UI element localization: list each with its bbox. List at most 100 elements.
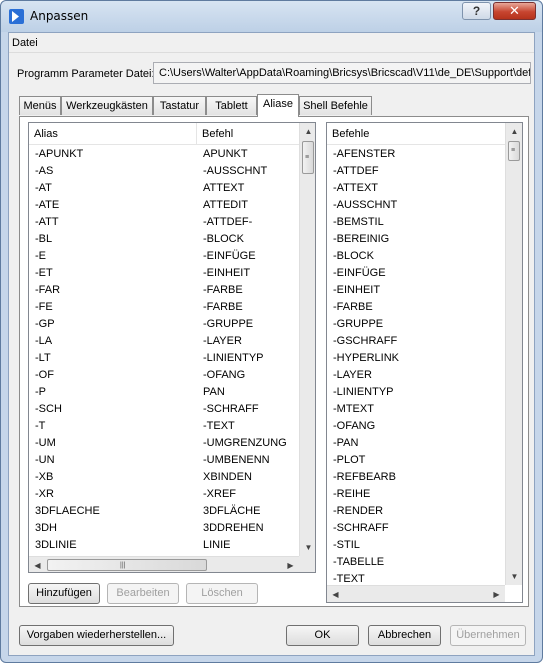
help-button[interactable]: ? <box>462 2 491 20</box>
list-item[interactable]: -MTEXT <box>327 401 505 418</box>
table-row[interactable]: -ATT -ATTDEF- <box>29 214 299 231</box>
scroll-right-arrow-icon[interactable]: ▶ <box>282 557 299 572</box>
tab-shell-commands[interactable]: Shell Befehle <box>299 96 372 115</box>
table-row[interactable]: -FE -FARBE <box>29 299 299 316</box>
list-item[interactable]: -PLOT <box>327 452 505 469</box>
alias-cell: -UN <box>35 454 55 466</box>
alias-cell: 3DLINIE <box>35 539 77 551</box>
restore-defaults-button[interactable]: Vorgaben wiederherstellen... <box>19 625 174 646</box>
alias-cell: 3DFLAECHE <box>35 505 100 517</box>
alias-list-vertical-scrollbar[interactable]: ▲ ≡ ▼ <box>299 123 315 556</box>
param-file-path-field[interactable]: C:\Users\Walter\AppData\Roaming\Bricsys\… <box>153 62 531 84</box>
table-row[interactable]: -SCH -SCHRAFF <box>29 401 299 418</box>
table-row[interactable]: -UN -UMBENENN <box>29 452 299 469</box>
scroll-thumb[interactable]: ≡ <box>302 141 314 174</box>
alias-cell: -XR <box>35 488 54 500</box>
table-row[interactable]: 3DFLAECHE 3DFLÄCHE <box>29 503 299 520</box>
table-row[interactable]: -T -TEXT <box>29 418 299 435</box>
tab-keyboard[interactable]: Tastatur <box>153 96 206 115</box>
table-row[interactable]: -LA -LAYER <box>29 333 299 350</box>
scroll-right-arrow-icon[interactable]: ▶ <box>488 586 505 602</box>
scroll-up-arrow-icon[interactable]: ▲ <box>506 123 522 140</box>
tab-aliases[interactable]: Aliase <box>257 94 299 117</box>
table-row[interactable]: -LT -LINIENTYP <box>29 350 299 367</box>
grip-icon: ||| <box>120 562 126 569</box>
scroll-thumb[interactable]: ≡ <box>508 141 520 161</box>
table-row[interactable]: 3DLINIE LINIE <box>29 537 299 554</box>
list-item[interactable]: -PAN <box>327 435 505 452</box>
commands-list-vertical-scrollbar[interactable]: ▲ ≡ ▼ <box>505 123 522 585</box>
list-item[interactable]: -EINHEIT <box>327 282 505 299</box>
list-item[interactable]: -AUSSCHNT <box>327 197 505 214</box>
command-cell: -AUSSCHNT <box>203 165 268 177</box>
alias-cell: -SCH <box>35 403 62 415</box>
scroll-left-arrow-icon[interactable]: ◀ <box>327 586 344 602</box>
cancel-button[interactable]: Abbrechen <box>368 625 441 646</box>
alias-list[interactable]: Alias Befehl -APUNKT APUNKT -AS -AUSSCHNT -A… <box>28 122 316 573</box>
delete-button[interactable]: Löschen <box>186 583 258 604</box>
list-item[interactable]: -REFBEARB <box>327 469 505 486</box>
tab-menues[interactable]: Menüs <box>19 96 61 115</box>
list-item[interactable]: -GSCHRAFF <box>327 333 505 350</box>
list-item[interactable]: -ATTEXT <box>327 180 505 197</box>
title-bar[interactable]: Anpassen ? ✕ <box>1 1 542 32</box>
list-item[interactable]: -TABELLE <box>327 554 505 571</box>
alias-list-horizontal-scrollbar[interactable]: ◀ ||| ▶ <box>29 556 299 572</box>
ok-button[interactable]: OK <box>286 625 359 646</box>
list-item[interactable]: -BLOCK <box>327 248 505 265</box>
table-row[interactable]: -AT ATTEXT <box>29 180 299 197</box>
table-row[interactable]: -P PAN <box>29 384 299 401</box>
list-item[interactable]: -AFENSTER <box>327 146 505 163</box>
table-row[interactable]: 3DH 3DDREHEN <box>29 520 299 537</box>
table-row[interactable]: -GP -GRUPPE <box>29 316 299 333</box>
column-header-command[interactable]: Befehl <box>197 123 299 145</box>
list-item[interactable]: -OFANG <box>327 418 505 435</box>
list-item[interactable]: -BEREINIG <box>327 231 505 248</box>
table-row[interactable]: -AS -AUSSCHNT <box>29 163 299 180</box>
edit-button[interactable]: Bearbeiten <box>107 583 179 604</box>
table-row[interactable]: -BL -BLOCK <box>29 231 299 248</box>
commands-list-horizontal-scrollbar[interactable]: ◀ ▶ <box>327 585 505 602</box>
table-row[interactable]: -UM -UMGRENZUNG <box>29 435 299 452</box>
list-item[interactable]: -HYPERLINK <box>327 350 505 367</box>
list-item[interactable]: -STIL <box>327 537 505 554</box>
command-name: -ATTEXT <box>333 182 379 194</box>
menu-file[interactable]: Datei <box>12 37 38 49</box>
add-button[interactable]: Hinzufügen <box>28 583 100 604</box>
commands-list[interactable]: Befehle -AFENSTER -ATTDEF -ATTEXT -AUSSCHNT… <box>326 122 523 603</box>
table-row[interactable]: -FAR -FARBE <box>29 282 299 299</box>
list-item[interactable]: -LINIENTYP <box>327 384 505 401</box>
list-item[interactable]: -LAYER <box>327 367 505 384</box>
apply-button[interactable]: Übernehmen <box>450 625 526 646</box>
command-name: -MTEXT <box>333 403 374 415</box>
list-item[interactable]: -GRUPPE <box>327 316 505 333</box>
list-item[interactable]: -REIHE <box>327 486 505 503</box>
list-item[interactable]: -FARBE <box>327 299 505 316</box>
list-item[interactable]: -EINFÜGE <box>327 265 505 282</box>
close-button[interactable]: ✕ <box>493 2 536 20</box>
table-row[interactable]: -ATE ATTEDIT <box>29 197 299 214</box>
command-cell: LINIE <box>203 539 231 551</box>
scroll-down-arrow-icon[interactable]: ▼ <box>506 568 522 585</box>
list-item[interactable]: -RENDER <box>327 503 505 520</box>
command-cell: -GRUPPE <box>203 318 254 330</box>
table-row[interactable]: -XR -XREF <box>29 486 299 503</box>
scroll-thumb[interactable]: ||| <box>47 559 207 571</box>
table-row[interactable]: -ET -EINHEIT <box>29 265 299 282</box>
scroll-left-arrow-icon[interactable]: ◀ <box>29 557 46 572</box>
alias-cell: -P <box>35 386 46 398</box>
column-header-alias[interactable]: Alias <box>29 123 197 145</box>
list-item[interactable]: -ATTDEF <box>327 163 505 180</box>
table-row[interactable]: -E -EINFÜGE <box>29 248 299 265</box>
tab-toolbars[interactable]: Werkzeugkästen <box>61 96 153 115</box>
column-header-commands[interactable]: Befehle <box>327 123 505 145</box>
table-row[interactable]: -APUNKT APUNKT <box>29 146 299 163</box>
scroll-down-arrow-icon[interactable]: ▼ <box>300 539 315 556</box>
table-row[interactable]: -OF -OFANG <box>29 367 299 384</box>
tab-tablet[interactable]: Tablett <box>206 96 257 115</box>
list-item[interactable]: -BEMSTIL <box>327 214 505 231</box>
alias-list-header: Alias Befehl <box>29 123 299 145</box>
scroll-up-arrow-icon[interactable]: ▲ <box>300 123 315 140</box>
list-item[interactable]: -SCHRAFF <box>327 520 505 537</box>
table-row[interactable]: -XB XBINDEN <box>29 469 299 486</box>
